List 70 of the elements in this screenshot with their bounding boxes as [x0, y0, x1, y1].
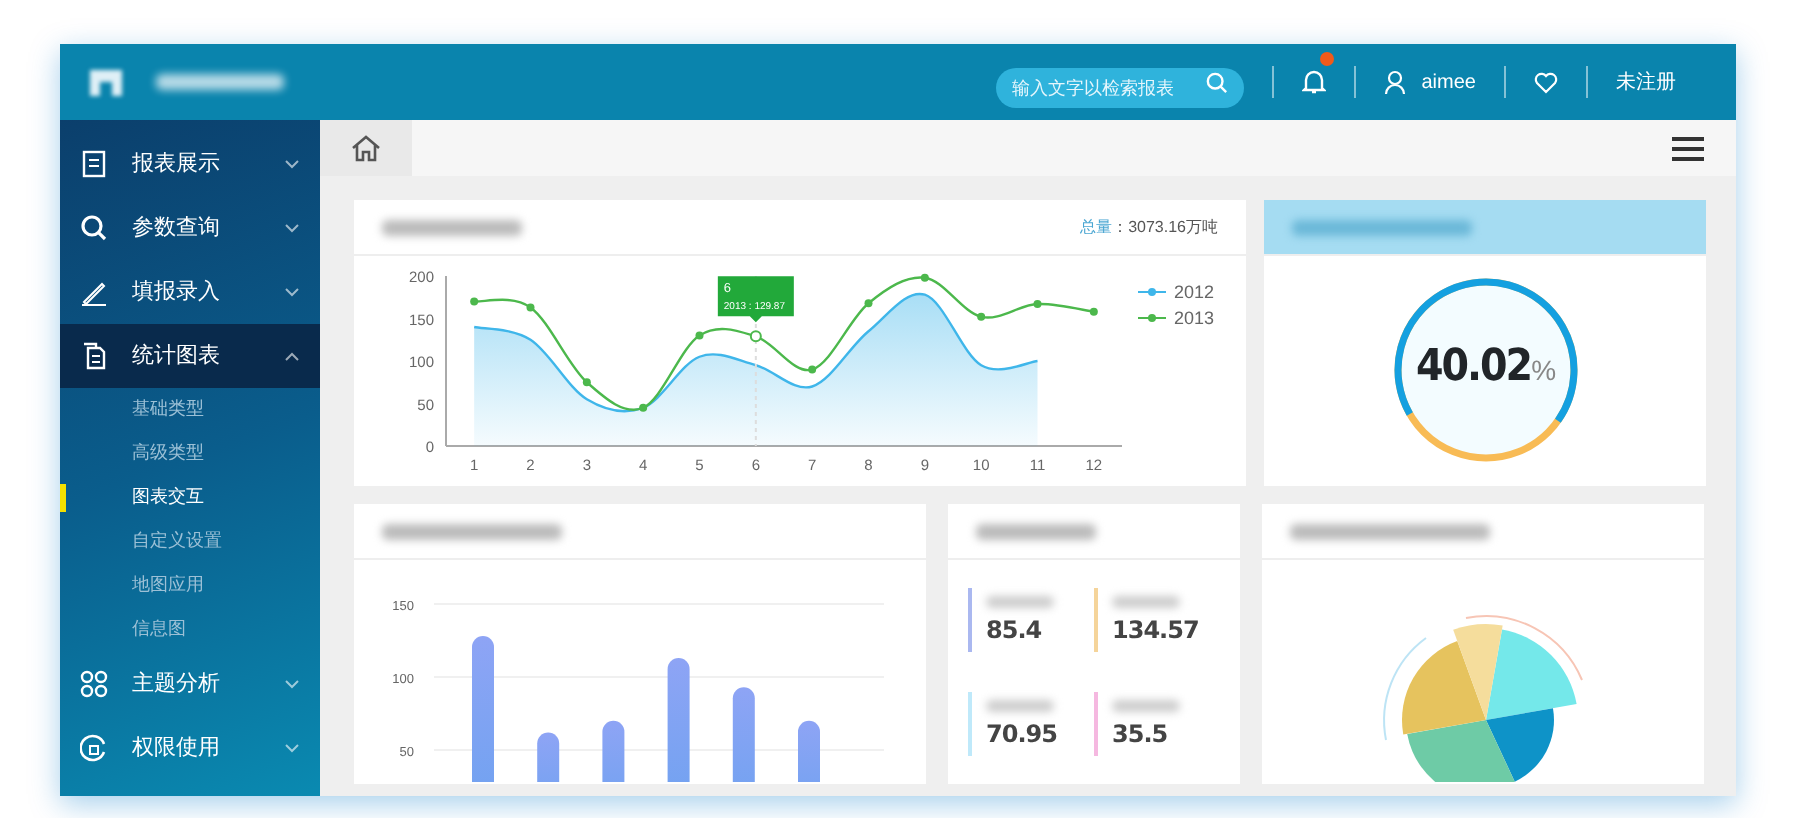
sidebar-item[interactable]: 报表展示: [60, 132, 320, 196]
total-text: 总量：3073.16万吨: [1080, 215, 1218, 239]
stat-value: 85.4: [986, 616, 1044, 644]
data-point: [526, 303, 535, 312]
bar: [732, 687, 755, 782]
chevron-icon: [284, 742, 300, 754]
sidebar-item[interactable]: 主题分析: [60, 652, 320, 716]
data-point: [920, 273, 929, 282]
sidebar-subitem[interactable]: 高级类型: [60, 432, 320, 476]
register-link[interactable]: 未注册: [1616, 67, 1676, 97]
blurred-label: [986, 596, 1054, 608]
menu-icon[interactable]: [1672, 135, 1704, 161]
home-icon: [350, 134, 382, 162]
sidebar-subitem[interactable]: 信息图: [60, 608, 320, 652]
data-point: [1089, 307, 1098, 316]
stat-value: 70.95: [986, 720, 1057, 748]
sidebar-subitem[interactable]: 基础类型: [60, 388, 320, 432]
bar: [537, 732, 560, 782]
home-tab[interactable]: [320, 120, 412, 176]
tooltip: [717, 276, 794, 323]
blurred-label: [986, 700, 1054, 712]
legend-marker: [1137, 288, 1167, 296]
legend-label: 2012: [1174, 282, 1215, 302]
sidebar-item[interactable]: 权限使用: [60, 716, 320, 780]
sidebar-item[interactable]: 参数查询: [60, 196, 320, 260]
grid-icon: [80, 670, 108, 698]
data-point: [582, 378, 591, 387]
data-point: [749, 330, 762, 343]
sidebar-item[interactable]: 填报录入: [60, 260, 320, 324]
blurred-title: [976, 523, 1096, 539]
chevron-icon: [284, 158, 300, 170]
search-field[interactable]: 输入文字以检索报表: [995, 68, 1244, 108]
bar: [602, 720, 625, 782]
files-icon: [80, 342, 108, 370]
legend-marker: [1137, 314, 1167, 322]
data-point: [695, 331, 704, 340]
data-point: [470, 297, 479, 306]
blurred-title: [156, 74, 284, 90]
data-point: [977, 312, 986, 321]
stat-value: 35.5: [1112, 720, 1170, 748]
legend-label: 2013: [1174, 308, 1215, 328]
user-icon[interactable]: [1383, 70, 1406, 94]
bar: [798, 720, 820, 782]
heart-icon[interactable]: [1534, 71, 1558, 93]
data-point: [1033, 300, 1042, 309]
gauge-value: 40.02: [1414, 341, 1531, 391]
blurred-label: [1112, 700, 1180, 712]
document-icon: [80, 150, 108, 178]
data-point: [639, 403, 648, 412]
sidebar-subitem[interactable]: 自定义设置: [60, 520, 320, 564]
search-icon: [80, 214, 108, 242]
sidebar-item[interactable]: 统计图表: [60, 324, 320, 388]
logo-icon: [88, 66, 124, 98]
bar: [667, 658, 690, 782]
bell-icon[interactable]: [1301, 68, 1326, 95]
search-icon[interactable]: [1205, 72, 1228, 94]
chevron-icon: [284, 286, 300, 298]
data-point: [808, 365, 817, 374]
chevron-icon: [284, 350, 300, 362]
chevron-icon: [284, 222, 300, 234]
pen-icon: [80, 278, 108, 306]
sidebar-subitem[interactable]: 图表交互: [60, 476, 320, 520]
gauge-unit: %: [1530, 353, 1556, 385]
blurred-label: [1112, 596, 1180, 608]
user-name[interactable]: aimee: [1421, 67, 1476, 97]
data-point: [864, 299, 873, 308]
sidebar-subitem[interactable]: 地图应用: [60, 564, 320, 608]
chevron-icon: [284, 678, 300, 690]
stat-value: 134.57: [1112, 616, 1199, 644]
blurred-title: [382, 219, 522, 235]
